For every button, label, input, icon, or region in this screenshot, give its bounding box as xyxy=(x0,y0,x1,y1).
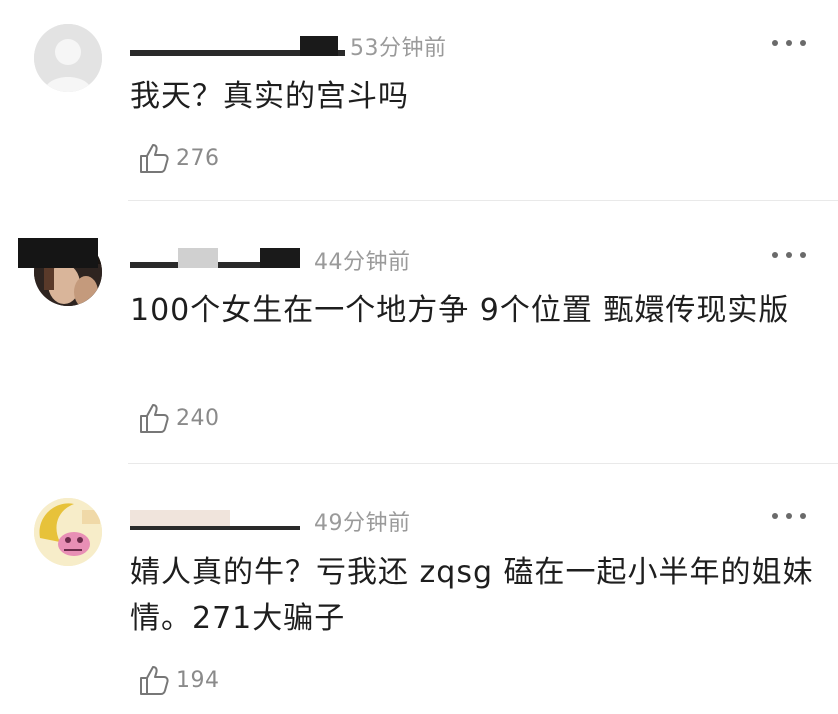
comment-time: 44分钟前 xyxy=(314,250,411,275)
like-button[interactable]: 240 xyxy=(138,400,220,436)
comment-text: 我天？真实的宫斗吗 xyxy=(130,79,409,114)
like-count: 240 xyxy=(176,405,220,431)
like-button[interactable]: 276 xyxy=(138,140,220,176)
like-count: 276 xyxy=(176,145,220,171)
thumbs-up-icon xyxy=(140,404,169,433)
comment-time: 53分钟前 xyxy=(350,36,447,61)
divider xyxy=(128,200,838,201)
comment-text: 婧人真的牛？亏我还 zqsg 磕在一起小半年的姐妹情。271大骗子 xyxy=(130,555,814,636)
divider xyxy=(128,463,838,464)
like-button[interactable]: 194 xyxy=(138,662,220,698)
more-dots-icon[interactable] xyxy=(772,38,806,48)
more-dots-icon[interactable] xyxy=(772,511,806,521)
comment-time: 49分钟前 xyxy=(314,511,411,536)
username-obscured[interactable] xyxy=(130,510,300,530)
name-mosaic xyxy=(18,238,98,268)
avatar[interactable] xyxy=(34,498,102,566)
thumbs-up-icon xyxy=(140,144,169,173)
like-count: 194 xyxy=(176,667,220,693)
username-obscured[interactable] xyxy=(130,36,345,56)
avatar[interactable] xyxy=(34,24,102,92)
thumbs-up-icon xyxy=(140,666,169,695)
comment-text: 100个女生在一个地方争 9个位置 甄嬛传现实版 xyxy=(130,293,790,328)
more-dots-icon[interactable] xyxy=(772,250,806,260)
username-obscured[interactable] xyxy=(130,248,300,268)
